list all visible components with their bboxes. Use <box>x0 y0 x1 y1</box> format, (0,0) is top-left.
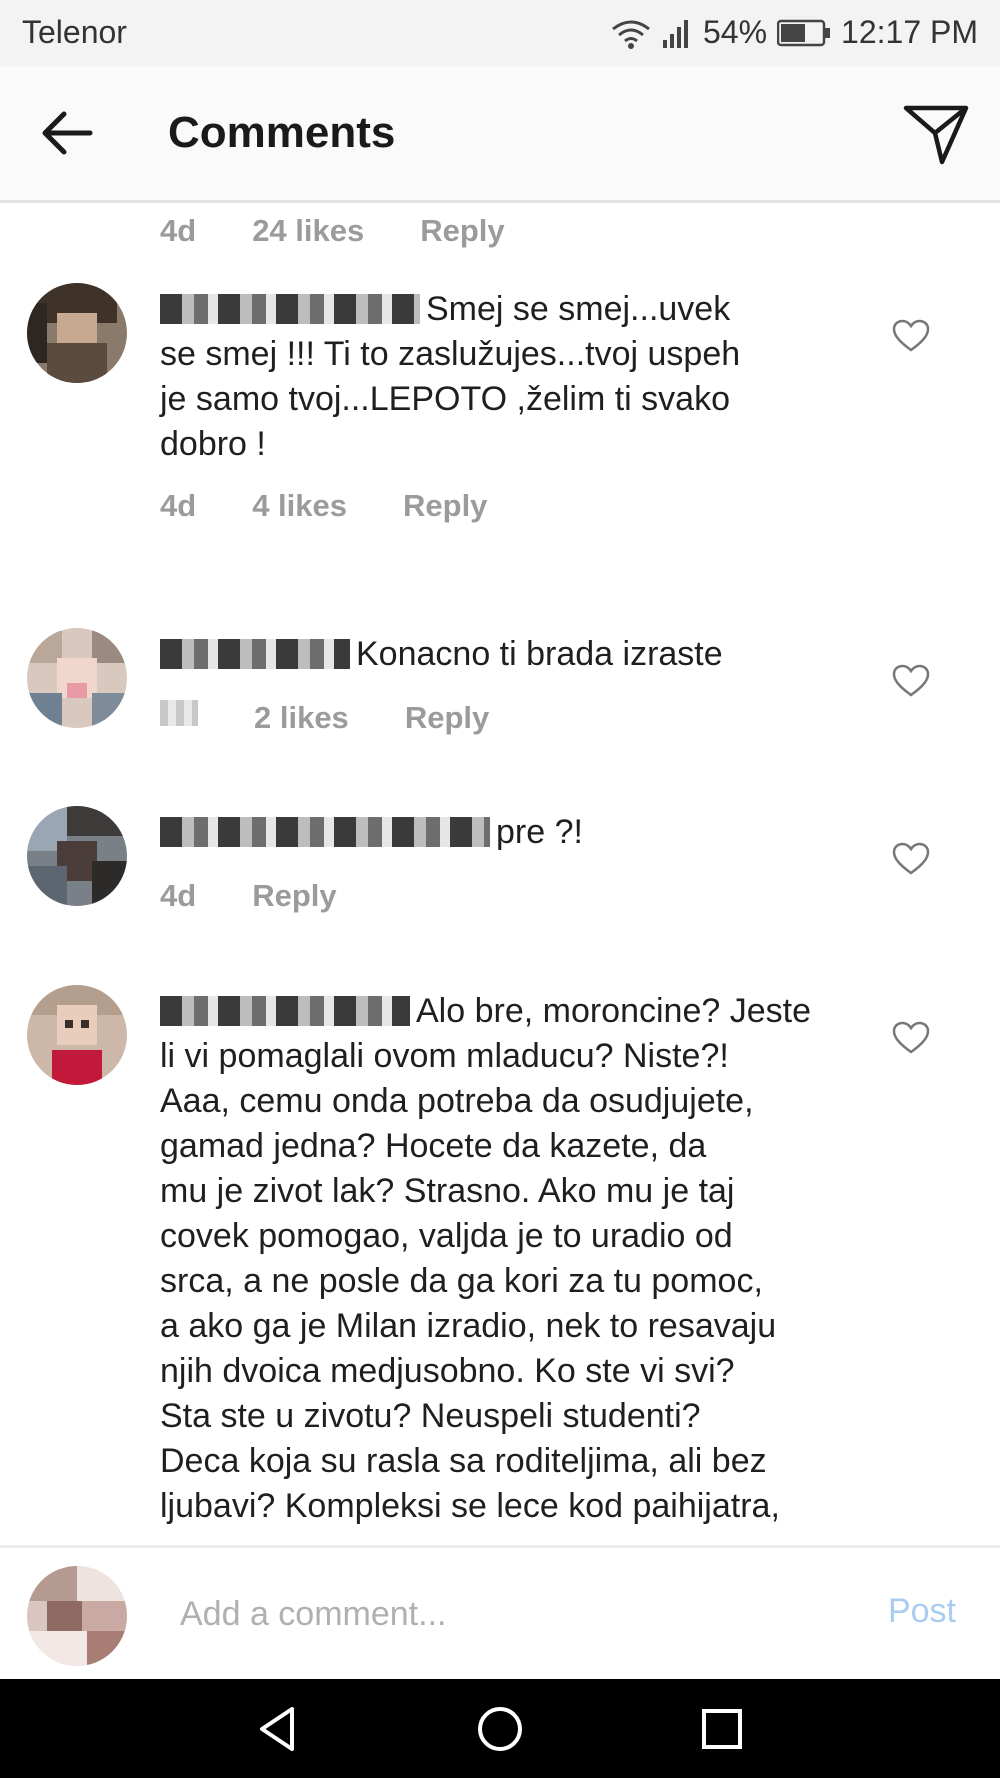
comment-text: Smej se smej...uvek se smej !!! Ti to za… <box>160 290 741 463</box>
signal-icon <box>662 19 688 48</box>
comment-input[interactable] <box>178 1588 742 1640</box>
comment-text: Konacno ti brada izraste <box>160 632 880 677</box>
avatar[interactable] <box>27 985 127 1085</box>
home-circle-icon[interactable] <box>472 1701 528 1757</box>
comment-meta: 4d 4 likes Reply <box>160 488 543 524</box>
carrier-name: Telenor <box>22 14 127 50</box>
send-direct-icon[interactable] <box>902 100 970 168</box>
comment-text: pre ?! <box>160 810 880 855</box>
heart-icon[interactable] <box>892 1021 930 1055</box>
comment-age-redacted <box>160 700 198 726</box>
reply-button[interactable]: Reply <box>403 488 487 524</box>
username-redacted[interactable] <box>160 294 420 324</box>
comment-text: Alo bre, moroncine? Jeste li vi pomaglal… <box>160 992 811 1525</box>
comment-meta: 4d 24 likes Reply <box>160 213 561 249</box>
likes-count[interactable]: 2 likes <box>254 700 349 736</box>
clock: 12:17 PM <box>841 14 978 50</box>
post-button[interactable]: Post <box>888 1592 956 1631</box>
add-comment-bar: Post <box>0 1545 1000 1682</box>
heart-icon[interactable] <box>892 664 930 698</box>
status-bar: Telenor 54% 12:17 PM <box>0 0 1000 66</box>
comment-age: 4d <box>160 488 197 523</box>
comment-age: 4d <box>160 878 197 913</box>
status-indicators: 54% 12:17 PM <box>611 14 978 51</box>
own-avatar <box>27 1566 127 1666</box>
comment-age: 4d <box>160 213 197 248</box>
avatar[interactable] <box>27 806 127 906</box>
wifi-icon <box>612 20 650 49</box>
reply-button[interactable]: Reply <box>420 213 504 249</box>
page-title: Comments <box>168 108 396 157</box>
back-arrow-icon[interactable] <box>36 102 98 164</box>
likes-count[interactable]: 4 likes <box>252 488 347 524</box>
username-redacted[interactable] <box>160 996 410 1026</box>
heart-icon[interactable] <box>892 842 930 876</box>
system-nav-bar <box>0 1679 1000 1778</box>
back-triangle-icon[interactable] <box>250 1701 306 1757</box>
reply-button[interactable]: Reply <box>252 878 336 914</box>
comment-meta: 4d Reply <box>160 878 393 914</box>
heart-icon[interactable] <box>892 319 930 353</box>
likes-count[interactable]: 24 likes <box>252 213 364 249</box>
comment-meta: 2 likes Reply <box>160 700 545 736</box>
username-redacted[interactable] <box>160 639 350 669</box>
avatar[interactable] <box>27 283 127 383</box>
username-redacted[interactable] <box>160 817 490 847</box>
battery-percent: 54% <box>702 14 768 50</box>
avatar[interactable] <box>27 628 127 728</box>
recents-square-icon[interactable] <box>694 1701 750 1757</box>
comments-header: Comments <box>0 66 1000 203</box>
battery-icon <box>777 19 831 46</box>
reply-button[interactable]: Reply <box>405 700 489 736</box>
comments-list[interactable]: 4d 24 likes Reply Smej se smej...uvek se… <box>0 203 1000 1545</box>
